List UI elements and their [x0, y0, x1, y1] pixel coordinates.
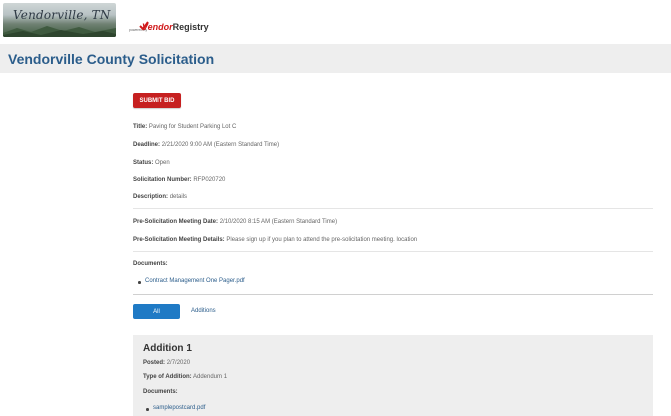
addition-documents-label: Documents: — [143, 389, 178, 395]
bullet-icon — [138, 281, 141, 284]
addition-documents-field: Documents: — [143, 389, 178, 395]
meeting-date-field: Pre-Solicitation Meeting Date: 2/10/2020… — [133, 219, 337, 225]
status-value: Open — [155, 160, 170, 166]
deadline-value: 2/21/2020 9:00 AM (Eastern Standard Time… — [161, 142, 280, 148]
document-link[interactable]: Contract Management One Pager.pdf — [145, 278, 245, 284]
deadline-field: Deadline: 2/21/2020 9:00 AM (Eastern Sta… — [133, 142, 279, 148]
title-field: Title: Paving for Student Parking Lot C — [133, 124, 236, 130]
meeting-details-label: Pre-Solicitation Meeting Details: — [133, 237, 225, 243]
addition-type-value: Addendum 1 — [193, 374, 228, 380]
addition-document-link[interactable]: samplepostcard.pdf — [153, 405, 205, 411]
section-divider — [133, 251, 653, 252]
submit-bid-button[interactable]: SUBMIT BID — [133, 93, 181, 108]
bullet-icon — [146, 408, 149, 411]
tab-all[interactable]: All — [133, 304, 180, 319]
brand-vendor: Vendor — [142, 22, 173, 32]
title-bar: Vendorville County Solicitation — [0, 44, 671, 73]
vendor-registry-logo[interactable]: VendorRegistry — [142, 22, 209, 32]
meeting-details-value: Please sign up if you plan to attend the… — [226, 237, 418, 243]
description-field: Description: details — [133, 194, 187, 200]
page-title: Vendorville County Solicitation — [8, 51, 215, 67]
description-label: Description: — [133, 194, 169, 200]
documents-label: Documents: — [133, 261, 168, 267]
title-value: Paving for Student Parking Lot C — [148, 124, 237, 130]
description-value: details — [169, 194, 188, 200]
section-divider — [133, 294, 653, 295]
top-header: Vendorville, TN powered by VendorRegistr… — [0, 0, 671, 42]
solicitation-number-field: Solicitation Number: RFP020720 — [133, 177, 225, 183]
section-divider — [133, 208, 653, 209]
addition-type-field: Type of Addition: Addendum 1 — [143, 374, 227, 380]
addition-posted-value: 2/7/2020 — [166, 360, 191, 366]
addition-card: Addition 1 Posted: 2/7/2020 Type of Addi… — [133, 335, 653, 416]
title-label: Title: — [133, 124, 148, 130]
addition-type-label: Type of Addition: — [143, 374, 192, 380]
meeting-date-label: Pre-Solicitation Meeting Date: — [133, 219, 219, 225]
addition-posted-label: Posted: — [143, 360, 166, 366]
addition-posted-field: Posted: 2/7/2020 — [143, 360, 190, 366]
brand-registry: Registry — [172, 22, 209, 32]
meeting-details-field: Pre-Solicitation Meeting Details: Please… — [133, 237, 417, 243]
addition-title: Addition 1 — [143, 343, 192, 354]
solicitation-number-value: RFP020720 — [193, 177, 226, 183]
mountains-icon — [3, 26, 116, 37]
county-logo[interactable]: Vendorville, TN — [3, 3, 116, 37]
meeting-date-value: 2/10/2020 8:15 AM (Eastern Standard Time… — [219, 219, 338, 225]
status-field: Status: Open — [133, 160, 170, 166]
logo-text: Vendorville, TN — [13, 8, 111, 22]
tab-additions[interactable]: Additions — [191, 308, 216, 314]
solicitation-number-label: Solicitation Number: — [133, 177, 192, 183]
deadline-label: Deadline: — [133, 142, 161, 148]
status-label: Status: — [133, 160, 154, 166]
